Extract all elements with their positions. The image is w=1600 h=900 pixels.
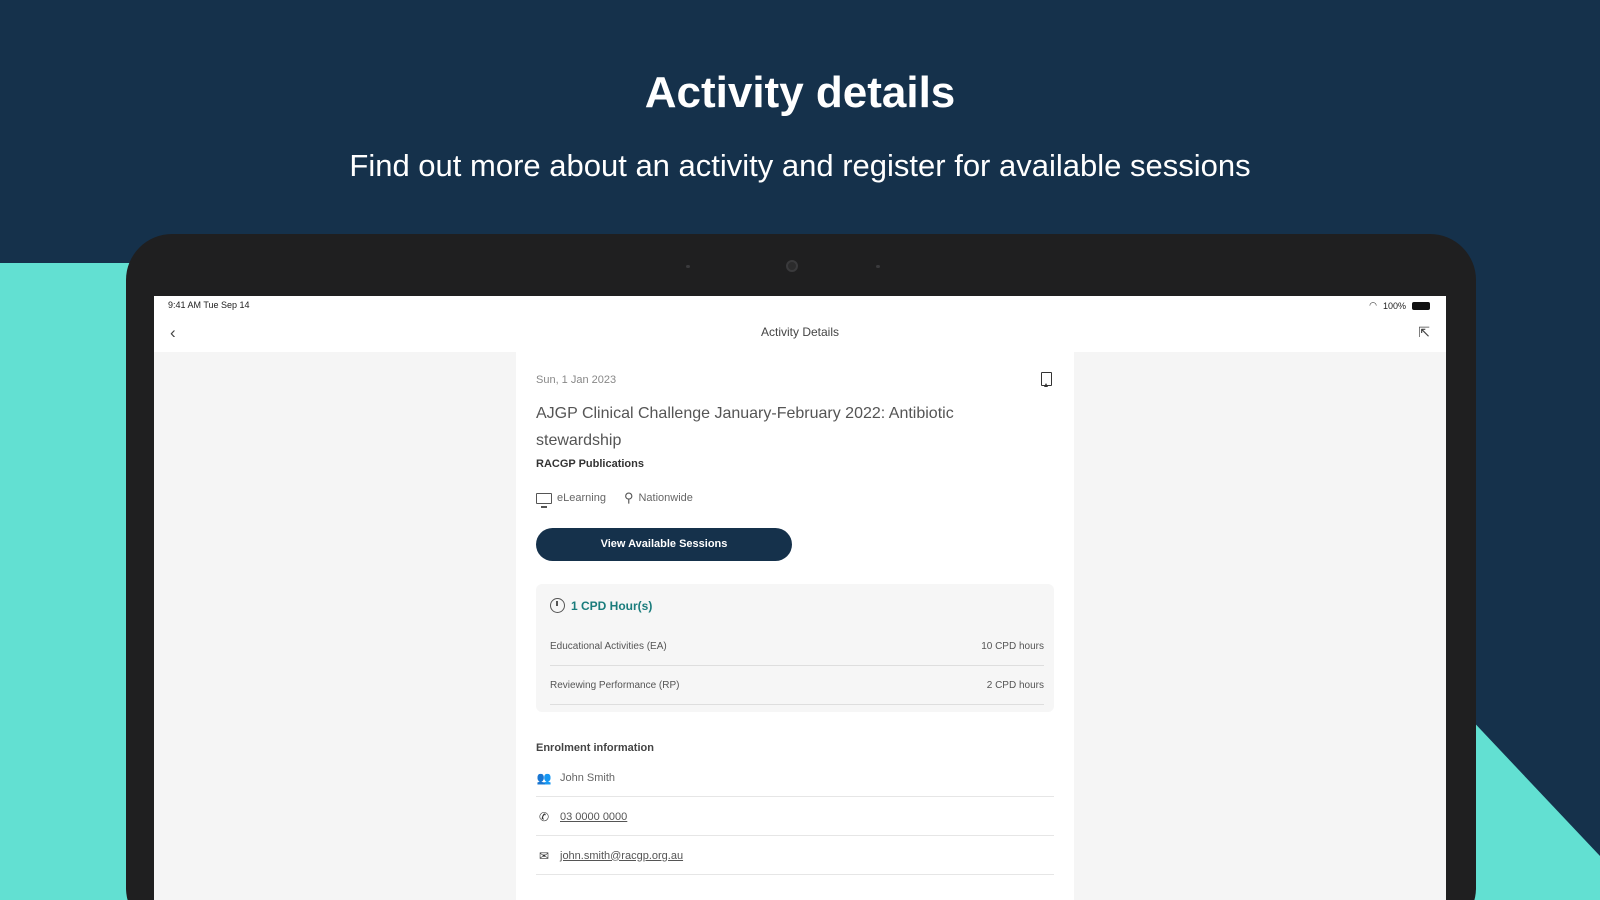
email-icon: ✉ (538, 848, 550, 863)
sensor-dot (876, 265, 880, 268)
location-pin-icon: ⚲ (623, 490, 634, 505)
tablet-screen: 9:41 AM Tue Sep 14 ◠ 100% ‹ Activity Det… (154, 296, 1446, 900)
activity-provider: RACGP Publications (536, 458, 644, 470)
enrolment-email-link[interactable]: john.smith@racgp.org.au (560, 850, 683, 862)
location-label: Nationwide (638, 492, 693, 504)
activity-tags: eLearning ⚲ Nationwide (536, 490, 693, 508)
cpd-hours-label: 1 CPD Hour(s) (571, 598, 653, 613)
enrolment-email-row: ✉ john.smith@racgp.org.au (536, 837, 1054, 875)
monitor-icon (536, 492, 552, 508)
hero-title: Activity details (644, 68, 956, 117)
format-tag: eLearning (536, 492, 606, 508)
cpd-row: Educational Activities (EA) 10 CPD hours (550, 628, 1044, 666)
nav-bar: ‹ Activity Details ⇱ (154, 314, 1446, 352)
wifi-icon: ◠ (1369, 300, 1377, 310)
enrolment-title: Enrolment information (536, 742, 654, 754)
activity-title: AJGP Clinical Challenge January-February… (536, 405, 954, 449)
cpd-panel: 1 CPD Hour(s) Educational Activities (EA… (536, 584, 1054, 712)
activity-card: Sun, 1 Jan 2023 AJGP Clinical Challenge … (516, 352, 1074, 900)
cpd-row-label: Educational Activities (EA) (550, 641, 667, 652)
people-icon: 👥 (536, 770, 552, 785)
enrolment-phone-link[interactable]: 03 0000 0000 (560, 811, 627, 823)
phone-icon: ✆ (538, 809, 550, 824)
sensor-dot (686, 265, 690, 268)
location-tag: ⚲ Nationwide (624, 490, 693, 506)
battery-icon (1412, 301, 1430, 310)
cpd-row-value: 10 CPD hours (981, 641, 1044, 652)
camera (786, 260, 798, 272)
cpd-row-value: 2 CPD hours (986, 680, 1044, 691)
enrolment-phone-row: ✆ 03 0000 0000 (536, 798, 1054, 836)
nav-title: Activity Details (760, 325, 840, 339)
cpd-row-label: Reviewing Performance (RP) (550, 680, 680, 691)
enrolment-name: John Smith (560, 771, 616, 784)
battery-label: 100% (1382, 300, 1406, 311)
activity-date: Sun, 1 Jan 2023 (536, 374, 617, 386)
hero-subtitle: Find out more about an activity and regi… (349, 148, 1251, 183)
format-label: eLearning (557, 492, 606, 504)
share-icon[interactable]: ⇱ (1418, 324, 1430, 341)
status-bar: 9:41 AM Tue Sep 14 ◠ 100% (154, 296, 1446, 314)
view-available-sessions-button[interactable]: View Available Sessions (536, 528, 792, 561)
clock-icon (550, 598, 565, 613)
cpd-header: 1 CPD Hour(s) (550, 598, 652, 613)
enrolment-name-row: 👥 John Smith (536, 759, 1054, 797)
bookmark-icon[interactable] (1041, 372, 1052, 387)
status-time: 9:41 AM Tue Sep 14 (168, 300, 250, 310)
cpd-row: Reviewing Performance (RP) 2 CPD hours (550, 667, 1044, 705)
